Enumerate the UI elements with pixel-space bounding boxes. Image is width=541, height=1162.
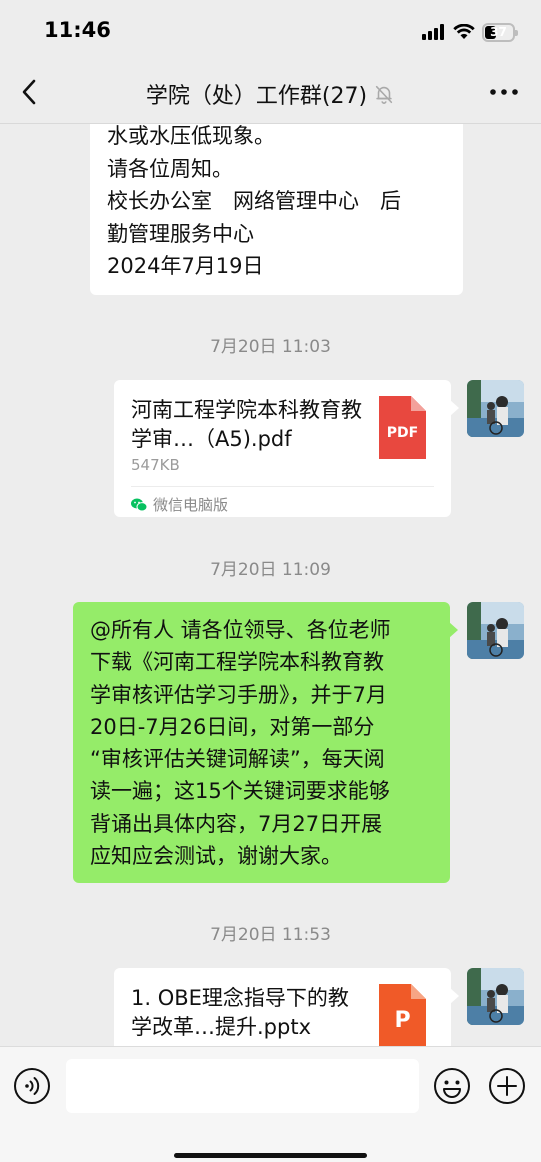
text-line: 背诵出具体内容，7月27日开展 bbox=[90, 811, 383, 836]
input-bar bbox=[0, 1046, 541, 1162]
file-size: 547KB bbox=[131, 456, 180, 474]
voice-icon[interactable] bbox=[13, 1067, 51, 1105]
message-bubble-notice[interactable]: 水或水压低现象。 请各位周知。 校长办公室 网络管理中心 后 勤管理服务中心 2… bbox=[90, 124, 463, 295]
bell-off-icon bbox=[375, 85, 393, 104]
pptx-file-icon: P bbox=[379, 984, 426, 1046]
battery-text: 37 bbox=[490, 25, 507, 39]
chat-title: 学院（处）工作群(27) bbox=[145, 84, 368, 109]
battery-icon: 37 bbox=[482, 22, 518, 42]
wechat-icon bbox=[131, 498, 147, 511]
pdf-file-icon: PDF bbox=[379, 396, 426, 459]
file-source: 微信电脑版 bbox=[131, 494, 228, 515]
text-line: 勤管理服务中心 bbox=[107, 221, 254, 246]
text-line: 校长办公室 网络管理中心 后 bbox=[107, 189, 401, 213]
text-line: 应知应会测试，谢谢大家。 bbox=[90, 844, 342, 869]
file-type-label: P bbox=[394, 1008, 411, 1033]
status-icons: 37 bbox=[422, 20, 518, 44]
home-indicator bbox=[174, 1153, 367, 1158]
text-line: “审核评估关键词解读”，每天阅 bbox=[90, 747, 385, 772]
text-line: 20日-7月26日间，对第一部分 bbox=[90, 714, 375, 739]
file-source-label: 微信电脑版 bbox=[153, 496, 229, 514]
ellipsis-icon[interactable] bbox=[489, 80, 519, 104]
avatar[interactable] bbox=[467, 602, 524, 659]
chat-messages[interactable]: 水或水压低现象。 请各位周知。 校长办公室 网络管理中心 后 勤管理服务中心 2… bbox=[0, 124, 541, 1046]
text-line: 下载《河南工程学院本科教育教 bbox=[90, 650, 384, 675]
wifi-icon bbox=[453, 24, 475, 39]
file-name: 河南工程学院本科教育教学审…（A5).pdf bbox=[131, 398, 362, 451]
chat-title-container[interactable]: 学院（处）工作群(27) bbox=[0, 78, 541, 110]
signal-icon bbox=[422, 24, 444, 40]
file-message-pdf[interactable]: 河南工程学院本科教育教学审…（A5).pdf 547KB PDF 微信电脑版 bbox=[114, 380, 459, 517]
text-line: 学审核评估学习手册》，并于7月 bbox=[90, 682, 387, 707]
status-bar: 11:46 37 bbox=[0, 0, 541, 62]
text-line: @所有人 请各位领导、各位老师 bbox=[90, 618, 391, 642]
message-text: 水或水压低现象。 请各位周知。 校长办公室 网络管理中心 后 勤管理服务中心 2… bbox=[107, 124, 457, 283]
avatar[interactable] bbox=[467, 968, 524, 1025]
text-line: 2024年7月19日 bbox=[107, 254, 264, 278]
file-name: 1. OBE理念指导下的教学改革…提升.pptx bbox=[131, 986, 349, 1039]
file-message-pptx[interactable]: 1. OBE理念指导下的教学改革…提升.pptx P bbox=[114, 968, 459, 1046]
message-text: @所有人 请各位领导、各位老师 下载《河南工程学院本科教育教 学审核评估学习手册… bbox=[90, 614, 440, 872]
plus-icon[interactable] bbox=[488, 1067, 526, 1105]
avatar[interactable] bbox=[467, 380, 524, 437]
chat-header: 学院（处）工作群(27) bbox=[0, 62, 541, 124]
text-line: 读一遍；这15个关键词要求能够 bbox=[90, 779, 390, 804]
timestamp: 7月20日 11:53 bbox=[210, 925, 331, 945]
text-line: 请各位周知。 bbox=[107, 156, 233, 181]
timestamp: 7月20日 11:09 bbox=[210, 560, 331, 580]
text-line: 水或水压低现象。 bbox=[107, 124, 275, 148]
message-input[interactable] bbox=[66, 1059, 419, 1113]
status-time: 11:46 bbox=[44, 18, 111, 42]
message-bubble-own[interactable]: @所有人 请各位领导、各位老师 下载《河南工程学院本科教育教 学审核评估学习手册… bbox=[73, 602, 458, 883]
emoji-icon[interactable] bbox=[433, 1067, 471, 1105]
timestamp: 7月20日 11:03 bbox=[210, 337, 331, 357]
file-type-label: PDF bbox=[386, 425, 419, 441]
